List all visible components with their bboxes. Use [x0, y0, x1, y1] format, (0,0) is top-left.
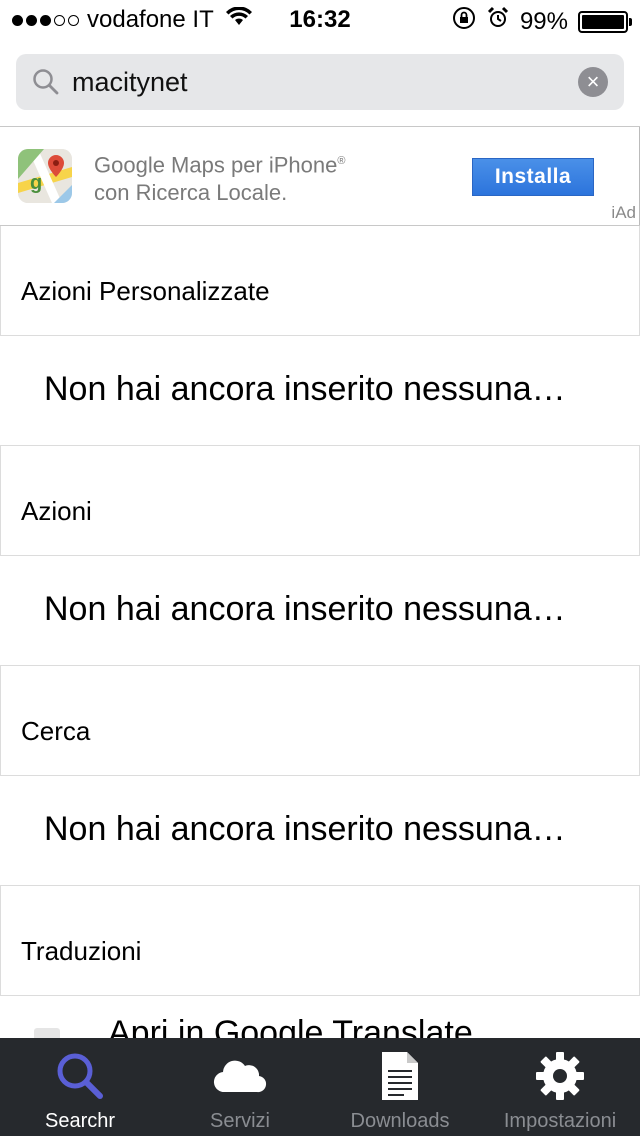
tab-searchr[interactable]: Searchr — [0, 1038, 160, 1136]
section-title: Cerca — [21, 716, 91, 746]
empty-message: Non hai ancora inserito nessuna… — [44, 590, 566, 628]
actions-list: Azioni Personalizzate Non hai ancora ins… — [0, 226, 640, 1038]
status-bar: vodafone IT 16:32 99% — [0, 0, 640, 40]
battery-icon — [578, 10, 632, 33]
list-item-google-translate[interactable]: Apri in Google Translate — [0, 996, 640, 1038]
rotation-lock-icon — [452, 6, 476, 37]
empty-message: Non hai ancora inserito nessuna… — [44, 370, 566, 408]
tab-servizi[interactable]: Servizi — [160, 1038, 320, 1136]
ad-description: Google Maps per iPhone® con Ricerca Loca… — [94, 147, 434, 207]
battery-percent: 99% — [519, 7, 568, 35]
ad-line-2: con Ricerca Locale. — [94, 180, 288, 206]
tab-impostazioni[interactable]: Impostazioni — [480, 1038, 640, 1136]
section-header-custom-actions: Azioni Personalizzate — [0, 226, 640, 336]
google-maps-app-icon: g — [18, 149, 72, 203]
ad-line-1: Google Maps per iPhone — [94, 152, 338, 178]
section-header-actions: Azioni — [0, 446, 640, 556]
svg-text:g: g — [30, 172, 42, 194]
search-bar: × — [0, 40, 640, 126]
tab-downloads[interactable]: Downloads — [320, 1038, 480, 1136]
search-input[interactable] — [72, 62, 578, 102]
cloud-icon — [210, 1050, 270, 1102]
translate-icon — [34, 1028, 60, 1038]
install-button[interactable]: Installa — [472, 158, 594, 196]
list-item[interactable]: Non hai ancora inserito nessuna… — [0, 336, 640, 446]
search-field[interactable]: × — [16, 54, 624, 110]
status-right: 99% — [452, 6, 632, 37]
tab-bar: Searchr Servizi Downloads Impostazioni — [0, 1038, 640, 1136]
list-item[interactable]: Non hai ancora inserito nessuna… — [0, 556, 640, 666]
list-item[interactable]: Non hai ancora inserito nessuna… — [0, 776, 640, 886]
ad-banner[interactable]: g Google Maps per iPhone® con Ricerca Lo… — [0, 126, 640, 226]
section-title: Azioni Personalizzate — [21, 276, 270, 306]
section-header-translations: Traduzioni — [0, 886, 640, 996]
tab-label: Impostazioni — [503, 1110, 617, 1132]
gear-icon — [530, 1050, 590, 1102]
tab-label: Downloads — [350, 1110, 450, 1132]
empty-message: Non hai ancora inserito nessuna… — [44, 810, 566, 848]
section-header-search: Cerca — [0, 666, 640, 776]
ad-registered-mark: ® — [337, 155, 346, 167]
battery-level — [582, 14, 624, 29]
alarm-icon — [486, 6, 510, 37]
document-icon — [370, 1050, 430, 1102]
tab-label: Servizi — [209, 1110, 270, 1132]
section-title: Azioni — [21, 496, 92, 526]
iad-badge: iAd — [611, 203, 636, 222]
magnifier-icon — [50, 1050, 110, 1102]
action-label: Apri in Google Translate — [108, 1014, 473, 1038]
section-title: Traduzioni — [21, 936, 142, 966]
clear-search-icon[interactable]: × — [578, 67, 608, 97]
tab-label: Searchr — [44, 1110, 116, 1132]
search-icon — [30, 66, 62, 98]
